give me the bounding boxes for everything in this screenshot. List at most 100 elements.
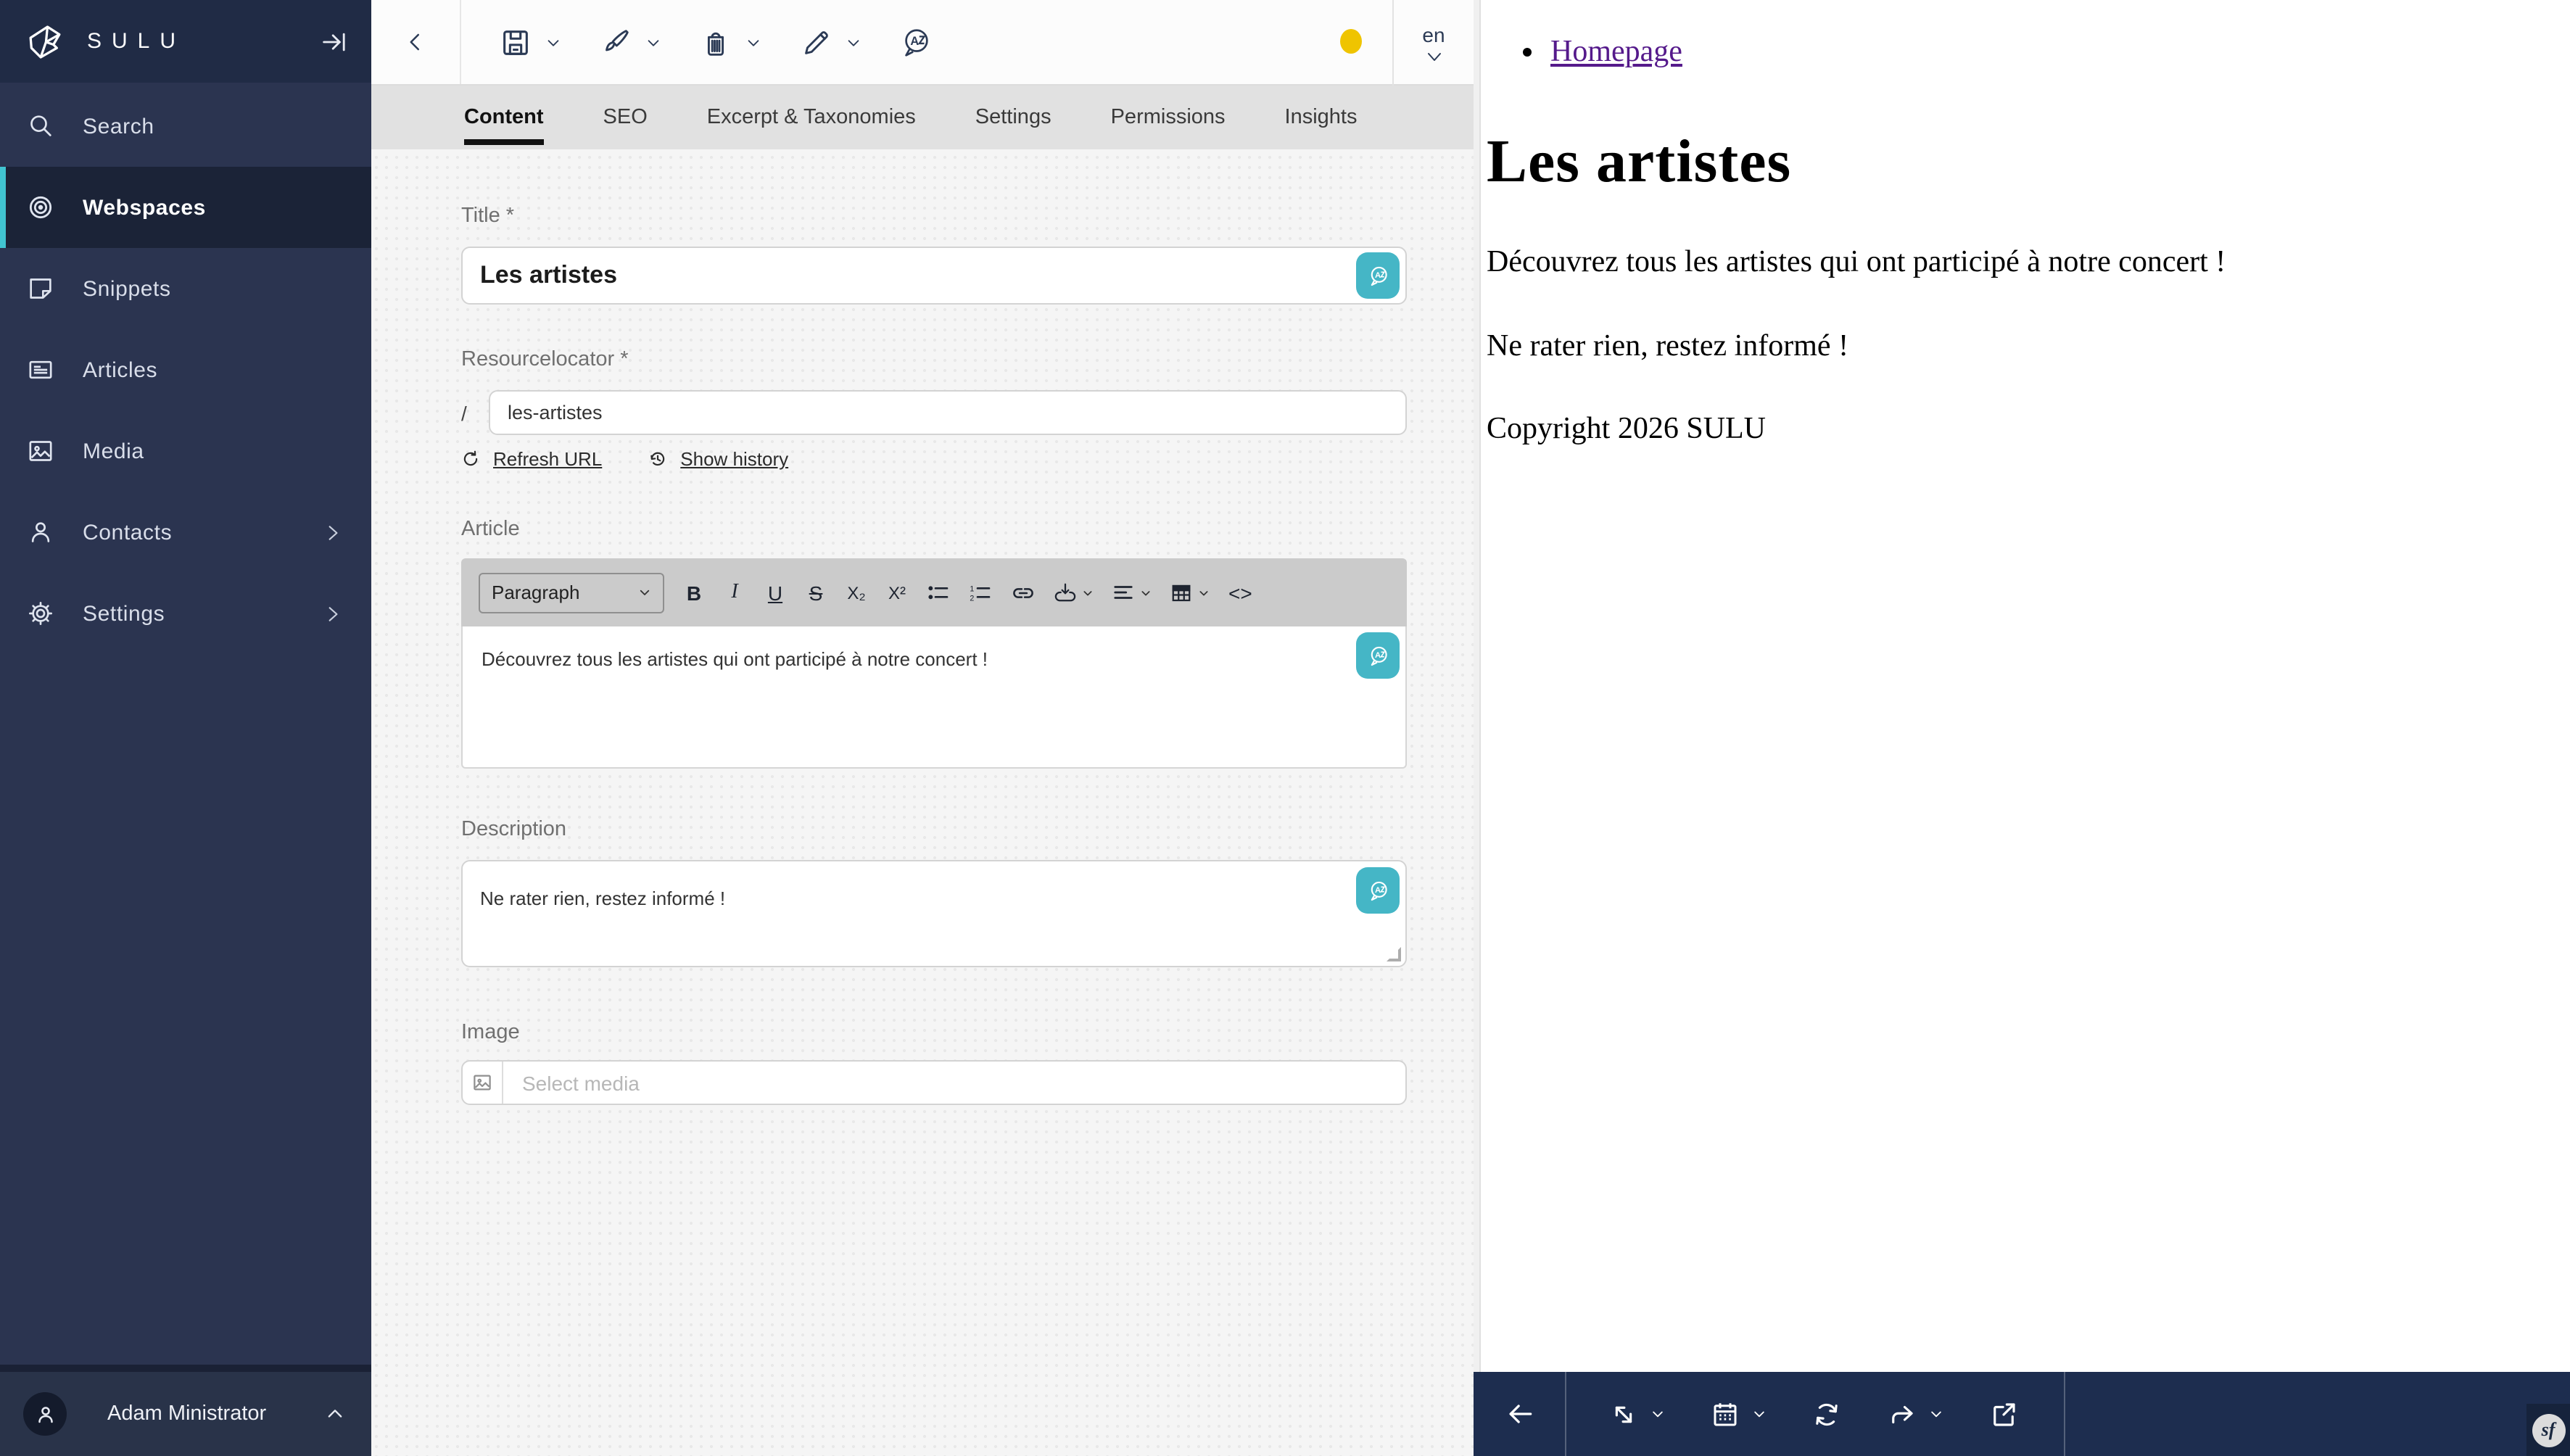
sidebar-item-snippets[interactable]: Snippets — [0, 248, 371, 329]
homepage-link[interactable]: Homepage — [1550, 33, 1682, 68]
title-input[interactable] — [463, 248, 1405, 303]
sidebar-item-settings[interactable]: Settings — [0, 573, 371, 654]
sidebar-collapse-icon[interactable] — [319, 27, 348, 56]
chevron-right-icon — [323, 523, 342, 542]
share-icon — [1887, 1399, 1917, 1429]
svg-text:1: 1 — [970, 584, 974, 592]
main-content: A en Content SEO Excerpt & Taxonomies Se… — [371, 0, 1474, 1456]
tab-permissions[interactable]: Permissions — [1111, 86, 1226, 149]
preview-nav-item: Homepage — [1550, 33, 2570, 70]
sidebar-item-webspaces[interactable]: Webspaces — [0, 167, 371, 248]
svg-text:2: 2 — [970, 594, 974, 603]
chevron-down-icon — [1650, 1407, 1665, 1421]
contacts-icon — [26, 518, 55, 547]
rich-text-editor: Paragraph B I U S X₂ X² — [461, 558, 1407, 769]
preview-nav-list: Homepage — [1482, 33, 2570, 70]
sidebar-item-media[interactable]: Media — [0, 410, 371, 492]
svg-text:A: A — [910, 34, 919, 47]
preview-refresh-button[interactable] — [1811, 1399, 1842, 1429]
refresh-icon — [461, 450, 480, 468]
subscript-button[interactable]: X₂ — [846, 574, 867, 611]
publish-status-dot — [1340, 29, 1362, 54]
tab-seo[interactable]: SEO — [603, 86, 648, 149]
tab-excerpt-taxonomies[interactable]: Excerpt & Taxonomies — [707, 86, 916, 149]
resourcelocator-input[interactable] — [490, 392, 1405, 434]
save-button[interactable] — [499, 25, 561, 59]
refresh-url-link[interactable]: Refresh URL — [461, 448, 602, 470]
sidebar-item-articles[interactable]: Articles — [0, 329, 371, 410]
resourcelocator-actions: Refresh URL Show history — [461, 448, 1407, 470]
image-label: Image — [461, 1021, 1407, 1044]
image-icon — [463, 1062, 503, 1104]
preview-document: Homepage Les artistes Découvrez tous les… — [1482, 0, 2570, 1372]
user-name: Adam Ministrator — [107, 1402, 266, 1426]
article-text: Découvrez tous les artistes qui ont part… — [482, 648, 988, 670]
delete-button[interactable] — [699, 25, 761, 59]
language-switcher[interactable]: en — [1392, 0, 1474, 86]
user-menu[interactable]: Adam Ministrator — [0, 1365, 371, 1456]
preview-resize-button[interactable] — [1608, 1399, 1665, 1429]
preview-panel: Homepage Les artistes Découvrez tous les… — [1474, 0, 2570, 1456]
svg-text:A: A — [1374, 650, 1380, 659]
chevron-down-icon — [1082, 587, 1094, 598]
preview-scrollbar[interactable] — [1474, 0, 1481, 1456]
preview-date-button[interactable] — [1710, 1399, 1767, 1429]
numbered-list-button[interactable]: 1 2 — [969, 574, 992, 611]
edit-button[interactable] — [799, 25, 862, 59]
sidebar-item-label: Snippets — [83, 276, 171, 301]
show-history-link[interactable]: Show history — [648, 448, 788, 470]
tab-settings[interactable]: Settings — [975, 86, 1051, 149]
history-icon — [648, 450, 667, 468]
preview-collapse-button[interactable] — [1474, 1372, 1566, 1456]
chevron-down-icon — [638, 586, 651, 599]
avatar — [23, 1392, 67, 1436]
sidebar: SULU Search — [0, 0, 371, 1456]
calendar-icon — [1710, 1399, 1740, 1429]
back-button[interactable] — [371, 0, 461, 84]
preview-open-external-button[interactable] — [1988, 1399, 2019, 1429]
chevron-up-icon — [325, 1404, 345, 1424]
description-field-shell: A — [461, 860, 1407, 967]
bullet-list-button[interactable] — [927, 574, 950, 611]
article-translate-button[interactable]: A — [1356, 632, 1400, 679]
paragraph-format-select[interactable]: Paragraph — [479, 572, 664, 613]
sidebar-header: SULU — [0, 0, 371, 83]
link-button[interactable] — [1011, 574, 1036, 611]
code-button[interactable]: <> — [1228, 574, 1252, 611]
media-select-field[interactable] — [461, 1060, 1407, 1105]
tab-bar: Content SEO Excerpt & Taxonomies Setting… — [371, 86, 1474, 149]
translate-button[interactable]: A — [899, 25, 933, 59]
resize-icon — [1608, 1399, 1639, 1429]
sidebar-item-label: Contacts — [83, 520, 172, 545]
trash-icon — [699, 25, 732, 59]
title-translate-button[interactable]: A — [1356, 252, 1400, 299]
tab-insights[interactable]: Insights — [1285, 86, 1358, 149]
media-select-input[interactable] — [503, 1062, 1405, 1104]
preview-toolbar — [1474, 1372, 2570, 1456]
template-button[interactable] — [599, 25, 661, 59]
symfony-debug-toolbar[interactable]: sf — [2526, 1404, 2570, 1456]
table-button[interactable] — [1170, 574, 1210, 611]
chevron-down-icon — [645, 34, 661, 50]
underline-button[interactable]: U — [764, 574, 786, 611]
article-editor-body[interactable]: Découvrez tous les artistes qui ont part… — [461, 626, 1407, 769]
sidebar-item-label: Webspaces — [83, 195, 206, 220]
italic-button[interactable]: I — [724, 574, 745, 611]
sidebar-item-contacts[interactable]: Contacts — [0, 492, 371, 573]
anchor-button[interactable] — [1054, 574, 1094, 611]
bold-button[interactable]: B — [683, 574, 705, 611]
search-icon — [26, 112, 55, 141]
chevron-down-icon — [1198, 587, 1210, 598]
article-label: Article — [461, 518, 1407, 541]
svg-text:A: A — [1374, 270, 1380, 279]
settings-icon — [26, 599, 55, 628]
chevron-down-icon — [1425, 50, 1442, 63]
superscript-button[interactable]: X² — [886, 574, 908, 611]
alignment-button[interactable] — [1112, 574, 1152, 611]
preview-share-button[interactable] — [1887, 1399, 1943, 1429]
sidebar-item-search[interactable]: Search — [0, 86, 371, 167]
description-textarea[interactable] — [463, 861, 1405, 966]
strikethrough-button[interactable]: S — [805, 574, 827, 611]
tab-content[interactable]: Content — [464, 86, 544, 149]
description-translate-button[interactable]: A — [1356, 867, 1400, 914]
